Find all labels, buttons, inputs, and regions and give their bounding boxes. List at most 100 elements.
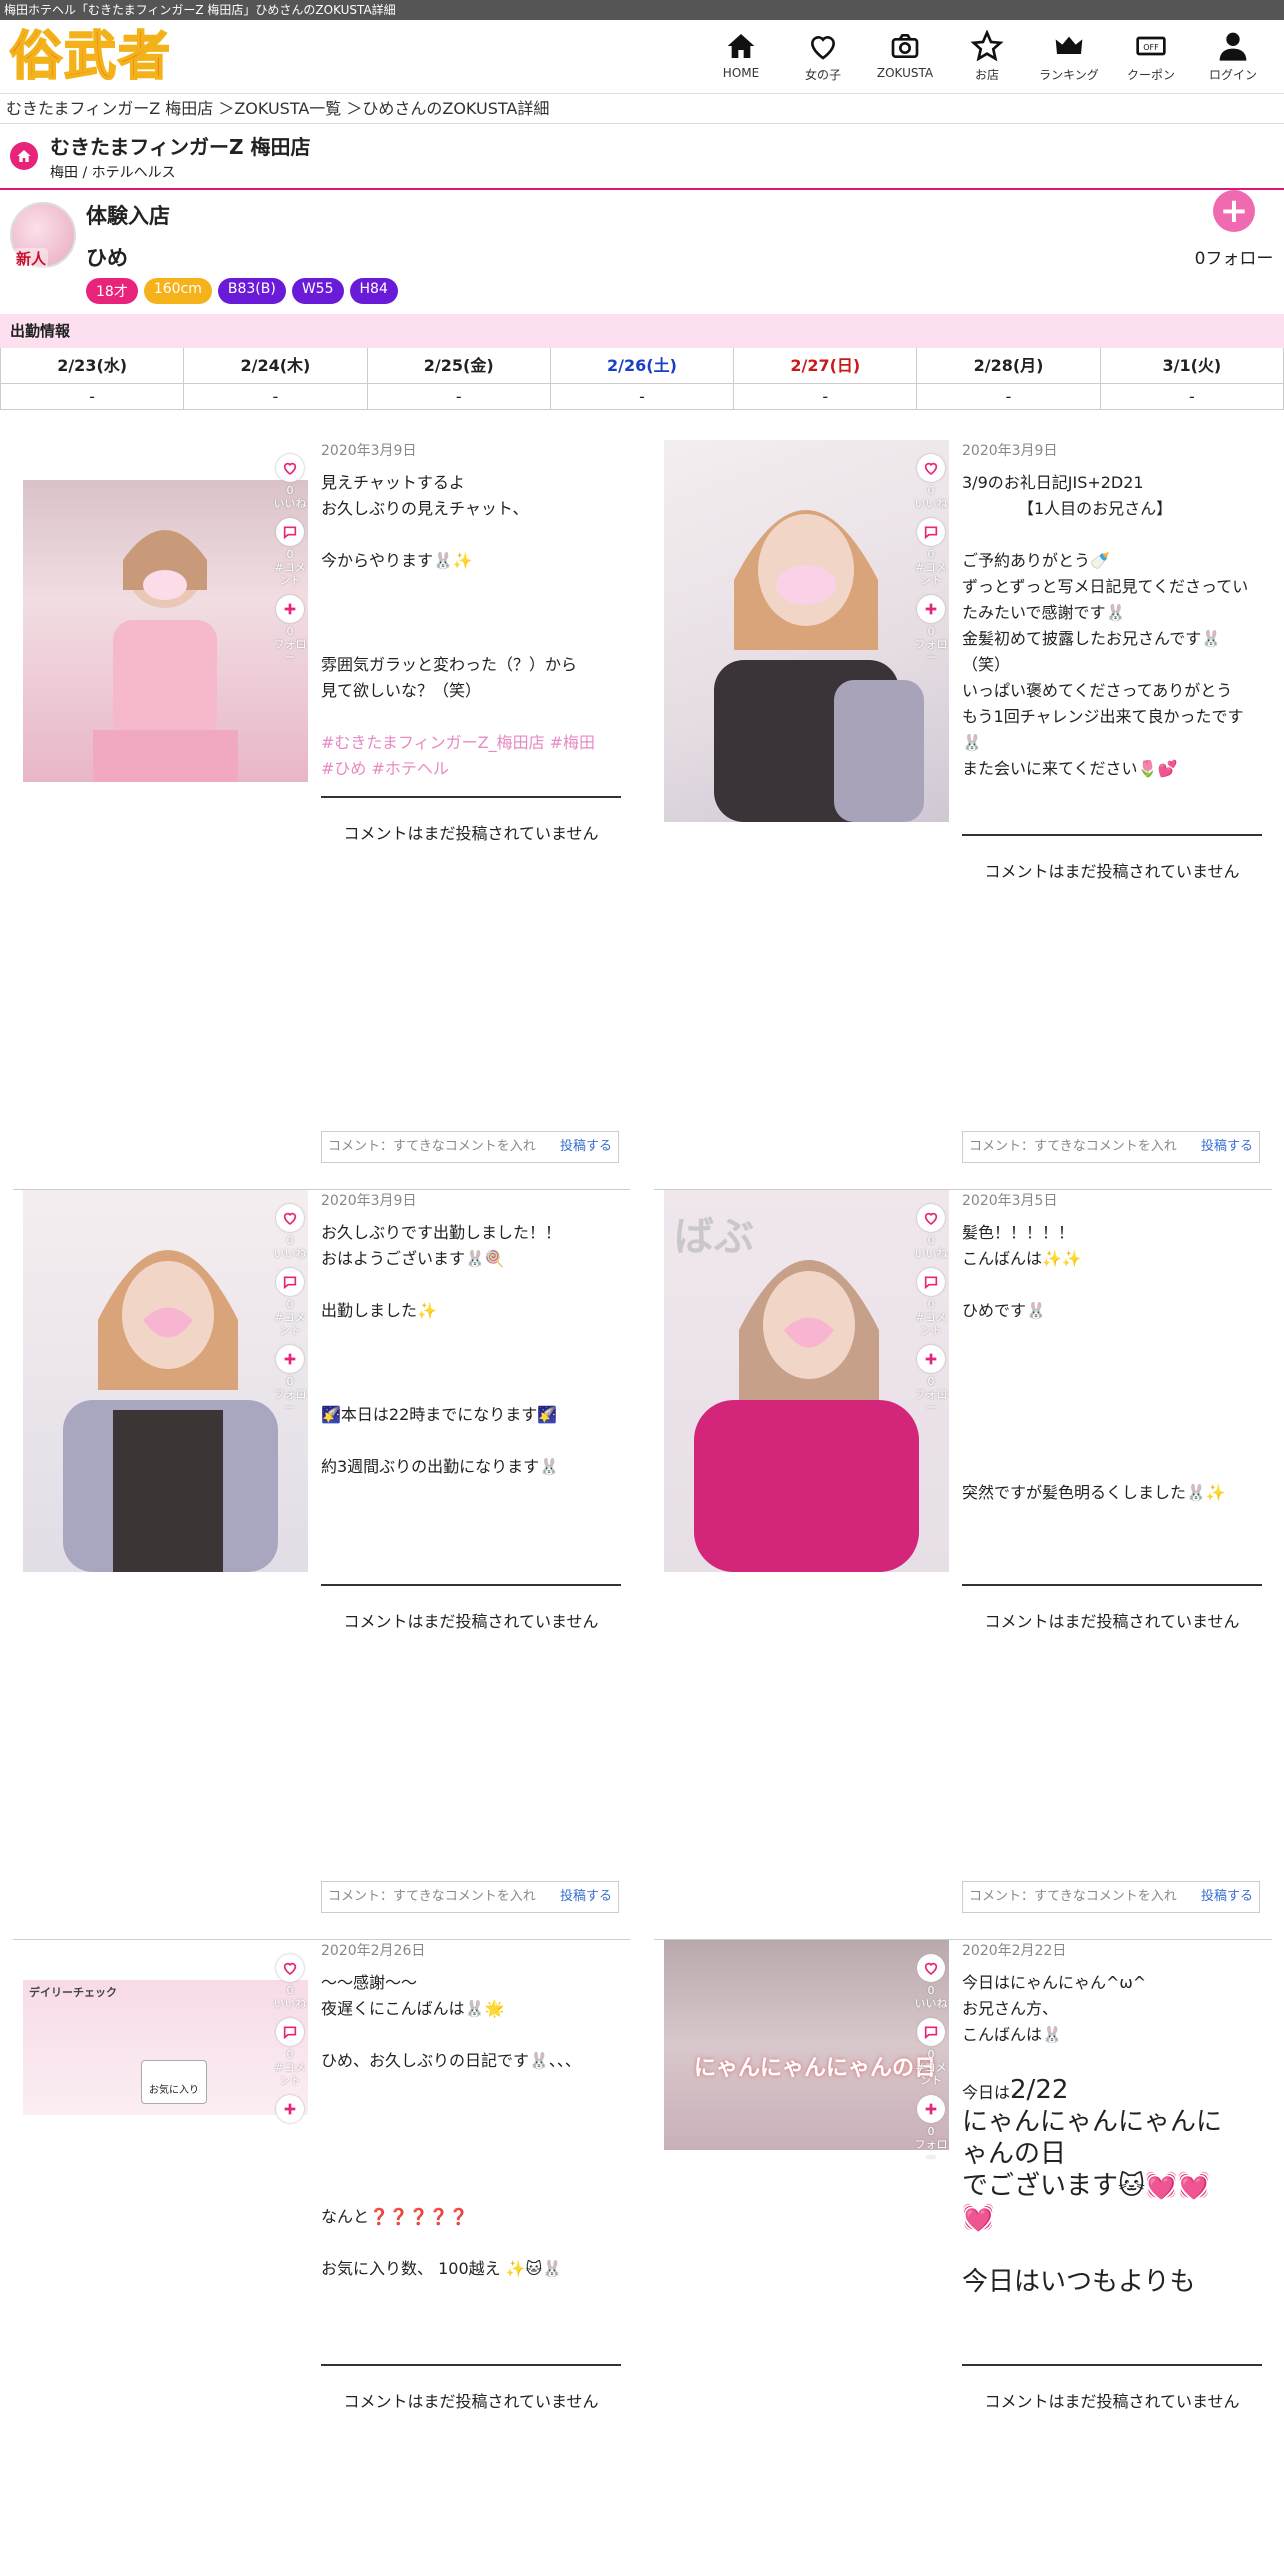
- nav-home[interactable]: HOME: [700, 30, 782, 83]
- comment-submit-button[interactable]: 投稿する: [1200, 1132, 1259, 1162]
- shop-name[interactable]: むきたまフィンガーZ 梅田店: [50, 131, 310, 160]
- follow-label: フォロー: [914, 2138, 948, 2164]
- like-icon[interactable]: [276, 1204, 304, 1232]
- schedule-value: -: [1100, 384, 1284, 410]
- follow-count: 0フォロー: [1194, 249, 1274, 269]
- follow-plus-icon[interactable]: [917, 2095, 945, 2123]
- nav-shops[interactable]: お店: [946, 30, 1028, 83]
- comment-icon[interactable]: [276, 1268, 304, 1296]
- follow-count: 0: [927, 2125, 935, 2138]
- heart-icon: [810, 36, 836, 60]
- like-icon[interactable]: [276, 1954, 304, 1982]
- like-label: いいね: [273, 497, 307, 510]
- follow-label: フォロー: [273, 1388, 307, 1414]
- schedule-date: 2/27(日): [734, 348, 918, 384]
- comment-count: 0: [927, 1298, 935, 1311]
- site-logo[interactable]: 俗武者: [9, 29, 172, 83]
- svg-text:OFF: OFF: [1143, 43, 1159, 52]
- comment-submit-button[interactable]: 投稿する: [559, 1882, 618, 1912]
- post-date: 2020年3月9日: [962, 443, 1058, 459]
- like-icon[interactable]: [917, 454, 945, 482]
- post-photo[interactable]: デイリーチェック お気に入り: [23, 1980, 308, 2115]
- post-grid: 0 いいね 0 #コメント 0 フォロー 2020年3月9日 見えチャットするよ…: [0, 440, 1284, 2568]
- post-body: 3/9のお礼日記JIS+2D21 【1人目のお兄さん】 ご予約ありがとう🍼 ずっ…: [962, 470, 1262, 836]
- like-label: いいね: [273, 1247, 307, 1260]
- nav-ranking[interactable]: ランキング: [1028, 30, 1110, 83]
- post-body: 今日はにゃんにゃん^ω^ お兄さん方、 こんばんは🐰 今日は2/22 にゃんにゃ…: [962, 1970, 1262, 2366]
- nav-girls[interactable]: 女の子: [782, 30, 864, 83]
- profile-section: 新人 体験入店 ひめ 18才 160cm B83(B) W55 H84 + 0フ…: [0, 190, 1284, 310]
- schedule-date: 2/23(水): [1, 348, 185, 384]
- comment-submit-button[interactable]: 投稿する: [559, 1132, 618, 1162]
- comment-input[interactable]: 投稿する コメント：すてきなコメントを入れ: [962, 1881, 1260, 1913]
- nav-login[interactable]: ログイン: [1192, 30, 1274, 83]
- follow-count: 0: [286, 1375, 294, 1388]
- follow-plus-icon[interactable]: [917, 1345, 945, 1373]
- comment-label: #コメント: [915, 561, 947, 587]
- nav-coupon[interactable]: OFF クーポン: [1110, 30, 1192, 83]
- comment-icon[interactable]: [917, 518, 945, 546]
- follow-count: 0: [927, 1375, 935, 1388]
- schedule-value: -: [550, 384, 735, 410]
- comment-input[interactable]: 投稿する コメント：すてきなコメントを入れ: [962, 1131, 1260, 1163]
- post-text: お久しぶりです出勤しました！！ おはようございます🐰🍭 出勤しました✨ 🌠本日は…: [321, 1223, 562, 1476]
- post-body: お久しぶりです出勤しました！！ おはようございます🐰🍭 出勤しました✨ 🌠本日は…: [321, 1220, 621, 1586]
- post-card: ばぶ 0 いいね 0 #コメント 0 フォロー 2020年3月5日 髪色！！！！…: [642, 1190, 1284, 1940]
- home-icon: [727, 34, 755, 58]
- schedule-table: 2/23(水) 2/24(木) 2/25(金) 2/26(土) 2/27(日) …: [0, 348, 1284, 410]
- shop-home-icon[interactable]: [10, 142, 38, 170]
- tag-hip: H84: [349, 278, 398, 304]
- profile-type: 体験入店: [86, 204, 170, 228]
- like-icon[interactable]: [917, 1204, 945, 1232]
- like-count: 0: [286, 484, 294, 497]
- comment-label: #コメント: [915, 2061, 947, 2087]
- nav-home-label: HOME: [722, 66, 760, 80]
- no-comment-text: コメントはまだ投稿されていません: [984, 1612, 1240, 1631]
- nav-zokusta[interactable]: ZOKUSTA: [864, 30, 946, 83]
- new-badge: 新人: [14, 248, 49, 269]
- profile-name[interactable]: ひめ: [86, 242, 398, 272]
- like-label: いいね: [914, 1997, 948, 2010]
- follow-plus-icon[interactable]: [276, 2095, 304, 2123]
- main-nav: HOME 女の子 ZOKUSTA お店 ランキング OFF クーポン ログイン: [700, 30, 1274, 83]
- comment-input[interactable]: 投稿する コメント：すてきなコメントを入れ: [321, 1881, 619, 1913]
- follow-plus-icon[interactable]: [276, 595, 304, 623]
- browser-title-bar: 梅田ホテヘル「むきたまフィンガーZ 梅田店」ひめさんのZOKUSTA詳細: [0, 0, 1284, 20]
- comment-count: 0: [927, 2048, 935, 2061]
- follow-plus-icon[interactable]: [276, 1345, 304, 1373]
- follow-area: + 0フォロー: [1194, 190, 1274, 269]
- comment-icon[interactable]: [276, 2018, 304, 2046]
- comment-icon[interactable]: [276, 518, 304, 546]
- star-icon: [970, 30, 1004, 62]
- follow-plus-icon[interactable]: +: [1213, 190, 1255, 232]
- post-photo[interactable]: [23, 480, 308, 782]
- post-photo[interactable]: にゃんにゃんにゃんの日: [664, 1940, 949, 2150]
- breadcrumb[interactable]: むきたまフィンガーZ 梅田店 ＞ZOKUSTA一覧 ＞ひめさんのZOKUSTA詳…: [0, 94, 1284, 124]
- post-photo[interactable]: [664, 440, 949, 822]
- comment-placeholder: コメント：すてきなコメントを入れ: [328, 1889, 536, 1904]
- post-card: 0 いいね 0 #コメント 0 フォロー 2020年3月9日 3/9のお礼日記J…: [642, 440, 1284, 1190]
- like-count: 0: [286, 1984, 294, 1997]
- post-card: デイリーチェック お気に入り 0 いいね 0 #コメント 2020年2月26日 …: [0, 1940, 642, 2568]
- post-text: 髪色！！！！！ こんばんは✨✨ ひめです🐰 突然ですが髪色明るくしました🐰✨: [962, 1223, 1226, 1502]
- comment-icon[interactable]: [917, 1268, 945, 1296]
- post-hashtags[interactable]: #むきたまフィンガーZ_梅田店 #梅田 #ひめ #ホテヘル: [321, 733, 595, 778]
- post-photo[interactable]: ばぶ: [664, 1190, 949, 1572]
- comment-icon[interactable]: [917, 2018, 945, 2046]
- nav-shops-label: お店: [974, 68, 999, 82]
- schedule-value: -: [1, 384, 185, 410]
- like-icon[interactable]: [276, 454, 304, 482]
- profile-tags: 18才 160cm B83(B) W55 H84: [86, 278, 398, 304]
- like-icon[interactable]: [917, 1954, 945, 1982]
- follow-plus-icon[interactable]: [917, 595, 945, 623]
- comment-label: #コメント: [274, 2061, 306, 2087]
- svg-text:ばぶ: ばぶ: [674, 1214, 754, 1260]
- post-big-text: 2/22 にゃんにゃんにゃんに ゃんの日 でございます🐱💓💓 💓 今日はいつもよ…: [962, 2075, 1223, 2297]
- tag-height: 160cm: [143, 278, 212, 304]
- follow-count: 0: [927, 625, 935, 638]
- post-photo[interactable]: [23, 1190, 308, 1572]
- follow-label: フォロー: [914, 1388, 948, 1414]
- comment-submit-button[interactable]: 投稿する: [1200, 1882, 1259, 1912]
- like-label: いいね: [273, 1997, 307, 2010]
- comment-input[interactable]: 投稿する コメント：すてきなコメントを入れ: [321, 1131, 619, 1163]
